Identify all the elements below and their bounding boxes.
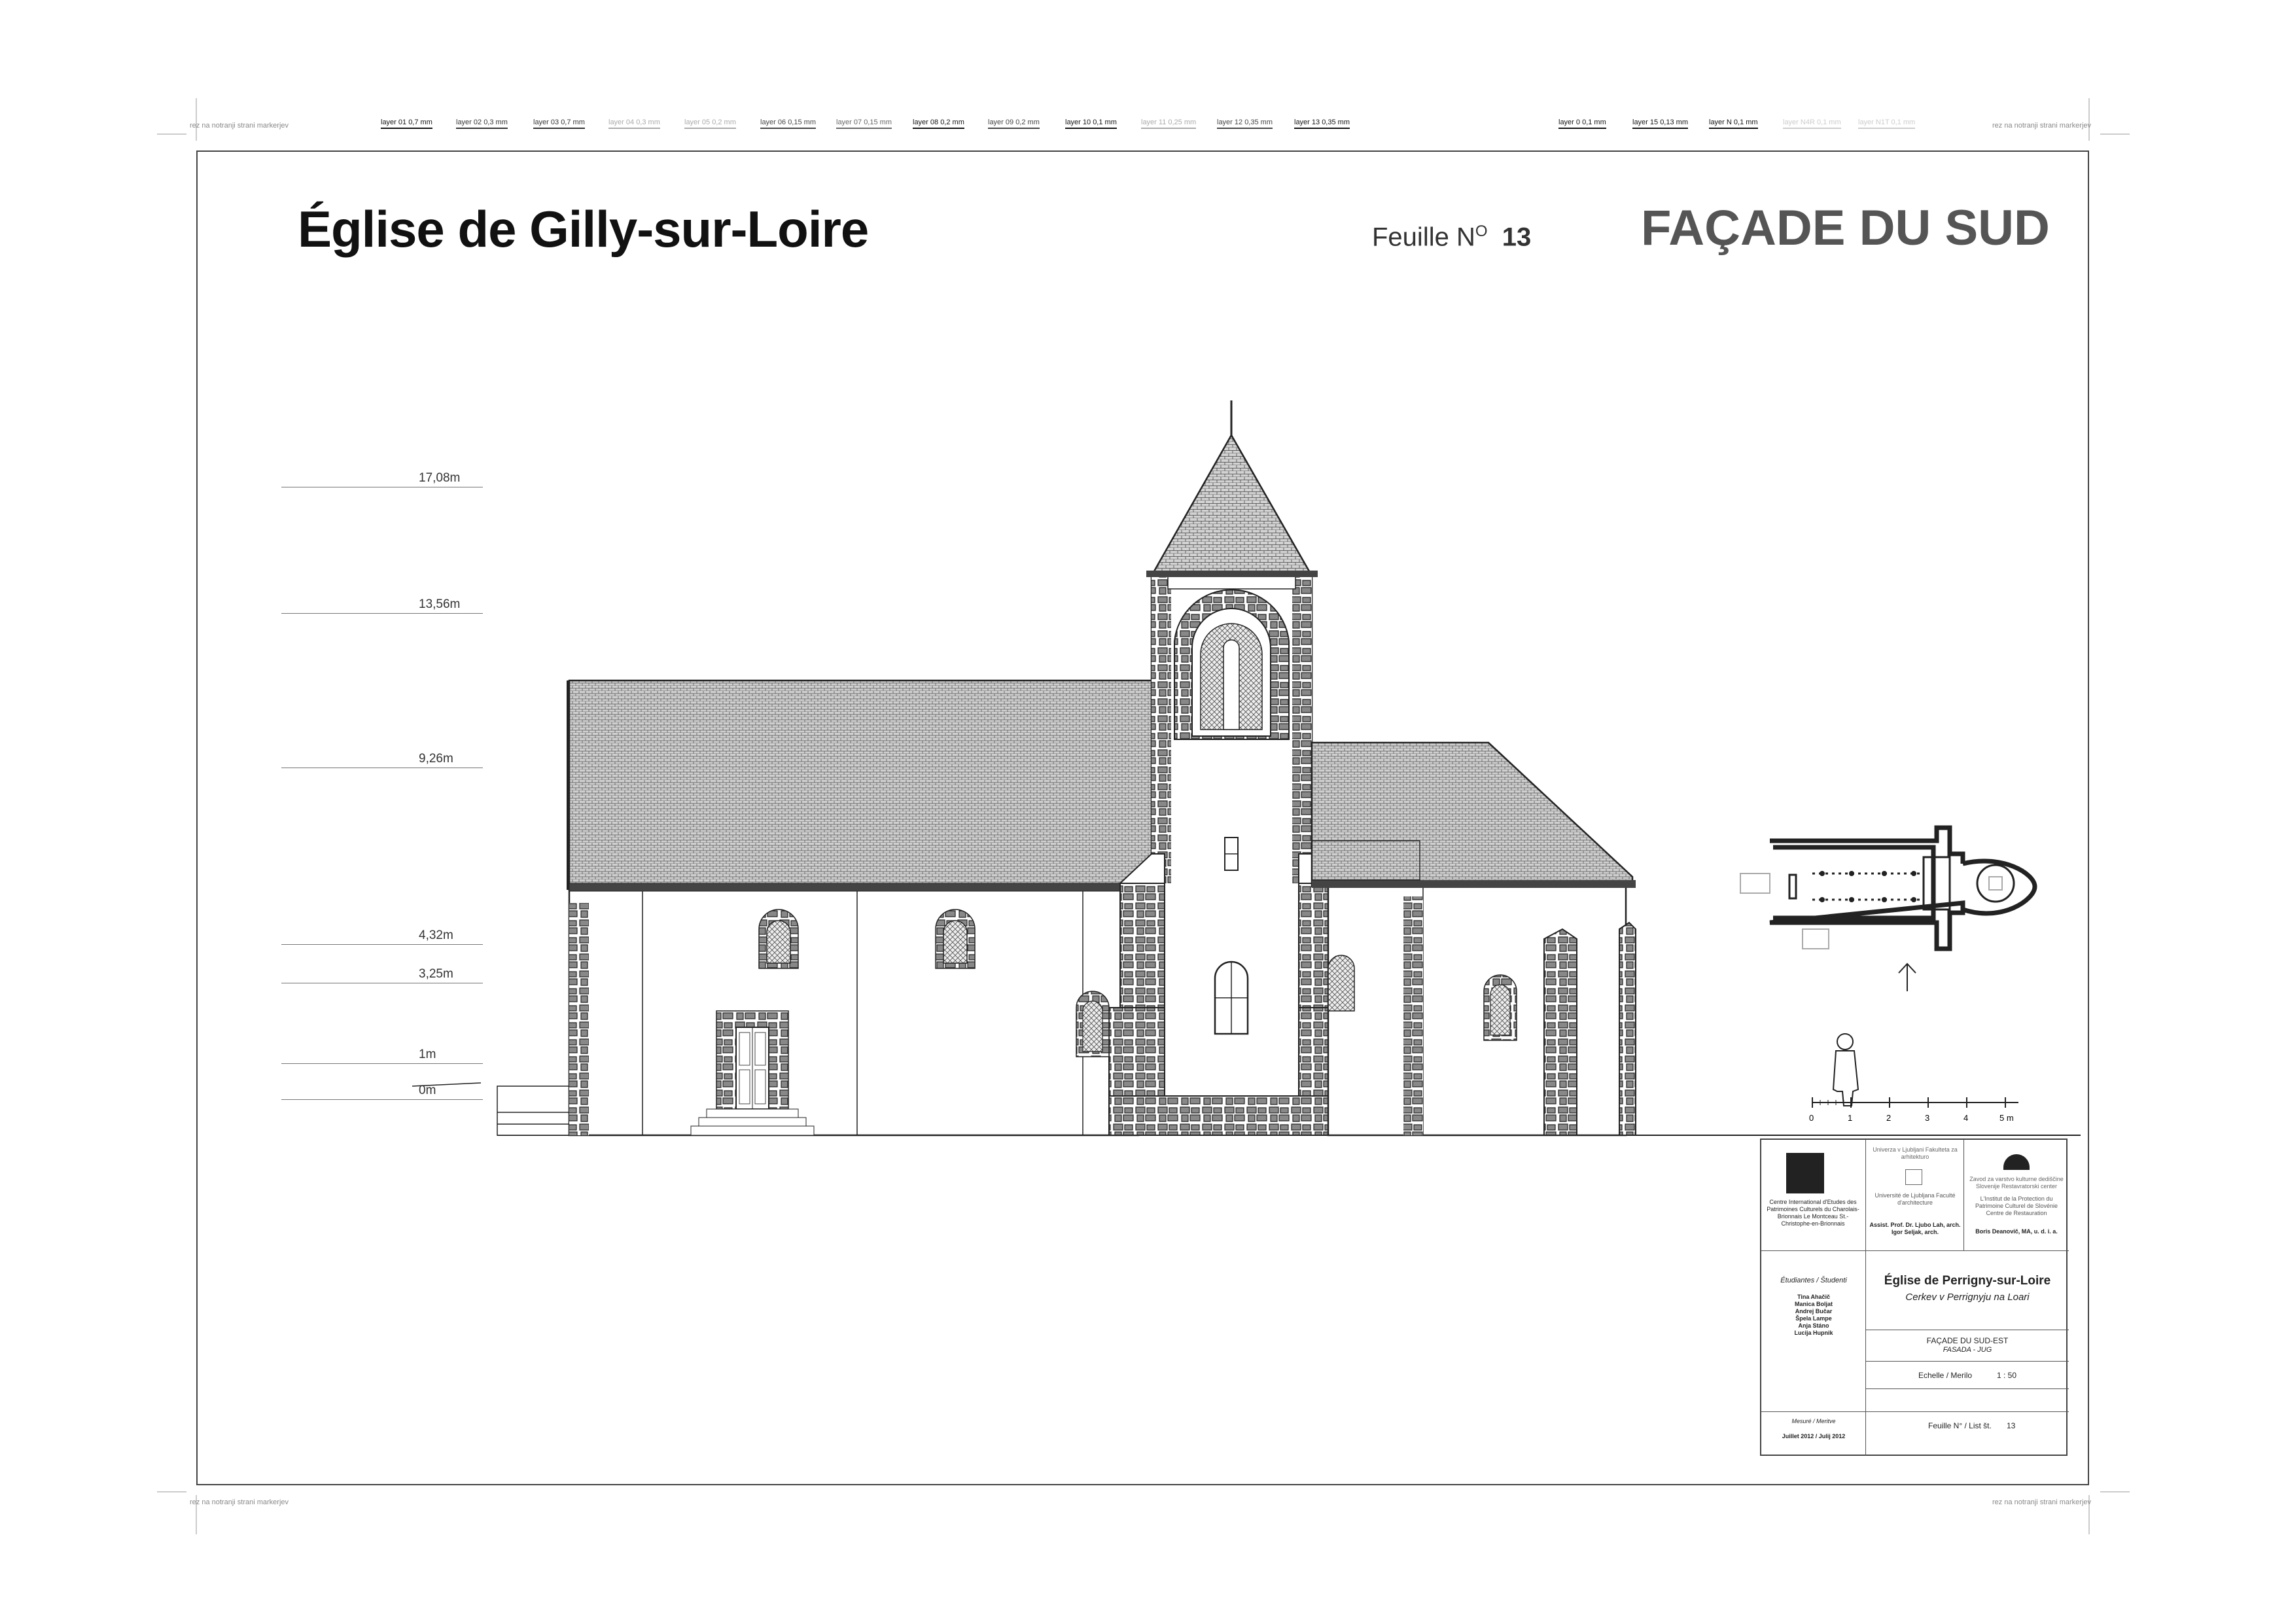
- scale-4: 4: [1963, 1113, 1968, 1123]
- org2-cell: Univerza v Ljubljani Fakulteta za arhite…: [1866, 1140, 1964, 1251]
- org2-head: Univerza v Ljubljani Fakulteta za arhite…: [1873, 1146, 1958, 1160]
- students-list: Tina Ahačič Manica Boljat Andrej Bučar Špel…: [1761, 1294, 1866, 1337]
- student-name: Manica Boljat: [1794, 1301, 1833, 1307]
- org3-logo: [2003, 1154, 2030, 1170]
- org3-people: Boris Deanovič, MA, u. d. i. a.: [1975, 1228, 2058, 1235]
- student-name: Anja Stáno: [1798, 1322, 1829, 1329]
- cartouche-sheet-number: 13: [2007, 1421, 2016, 1430]
- ground-plan: [1740, 825, 2037, 991]
- student-name: Špela Lampe: [1795, 1315, 1832, 1322]
- project-subtitle: Cerkev v Perrignyju na Loari: [1905, 1292, 2030, 1303]
- survey-date: Juillet 2012 / Julij 2012: [1782, 1433, 1846, 1439]
- scale-2: 2: [1886, 1113, 1891, 1123]
- org2-name: Université de Ljubljana Faculté d'archit…: [1874, 1192, 1956, 1206]
- scale-3: 3: [1925, 1113, 1929, 1123]
- students-label: Étudiantes / Študenti: [1780, 1277, 1847, 1284]
- org3-name: L'Institut de la Protection du Patrimoin…: [1975, 1195, 2058, 1216]
- scale-bar: 0 1 2 3 4 5 m: [1809, 1097, 2018, 1123]
- title-block: Centre International d'Etudes des Patrim…: [1760, 1139, 2069, 1456]
- nave-roof: [568, 679, 1156, 891]
- scale-0: 0: [1809, 1113, 1814, 1123]
- nave-window-1: [758, 909, 799, 969]
- scale-1: 1: [1848, 1113, 1852, 1123]
- org3-head: Zavod za varstvo kulturne dediščine Slov…: [1969, 1176, 2064, 1190]
- project-title: Église de Perrigny-sur-Loire: [1884, 1274, 2051, 1288]
- chancel: [1311, 741, 1636, 1137]
- scale-label: Echelle / Merilo: [1918, 1371, 1973, 1380]
- survey-label: Mesuré / Meritve: [1791, 1418, 1836, 1424]
- tower-side-window-left: [1076, 991, 1110, 1057]
- scale-value: 1 : 50: [1997, 1371, 2017, 1380]
- nave-corner-stones: [569, 903, 589, 1135]
- org1-cell: Centre International d'Etudes des Patrim…: [1761, 1140, 1866, 1251]
- cartouche-sheet-label: Feuille N° / List št.: [1928, 1421, 1992, 1430]
- org1-name: Centre International d'Etudes des Patrim…: [1767, 1199, 1859, 1227]
- org2-people: Assist. Prof. Dr. Ljubo Lah, arch. Igor …: [1869, 1222, 1961, 1235]
- sheet-title-sub: FASADA - JUG: [1943, 1346, 1992, 1354]
- student-name: Andrej Bučar: [1795, 1308, 1833, 1315]
- student-name: Tina Ahačič: [1797, 1294, 1831, 1300]
- org1-logo: [1786, 1153, 1824, 1193]
- student-name: Lucija Hupnik: [1794, 1330, 1833, 1336]
- scale-5: 5 m: [1999, 1113, 2014, 1123]
- org2-logo: [1905, 1169, 1922, 1185]
- org3-cell: Zavod za varstvo kulturne dediščine Slov…: [1964, 1140, 2069, 1251]
- project-cell: Église de Perrigny-sur-Loire Cerkev v Pe…: [1866, 1251, 2069, 1456]
- students-cell: Étudiantes / Študenti Tina Ahačič Manica …: [1761, 1251, 1866, 1456]
- tower-spire: [1146, 400, 1318, 577]
- left-platform: [412, 1082, 570, 1136]
- sheet-title: FAÇADE DU SUD-EST: [1926, 1336, 2009, 1345]
- nave-window-2: [935, 909, 976, 969]
- nave-wall: [568, 889, 1140, 1137]
